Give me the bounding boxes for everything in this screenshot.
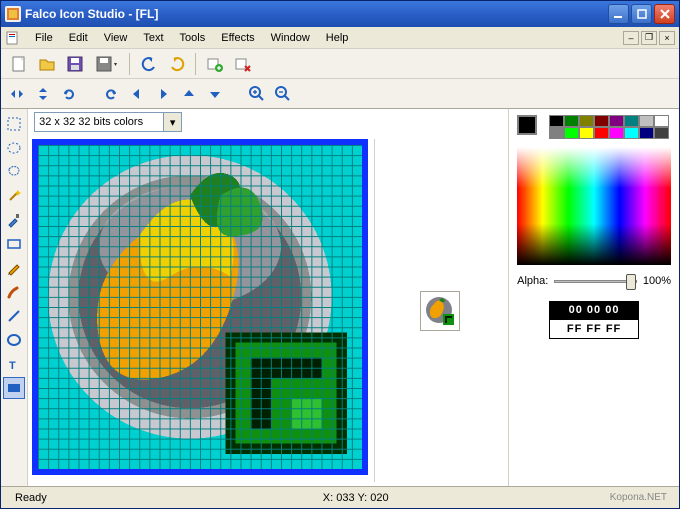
palette-swatch[interactable] — [579, 127, 594, 139]
document-icon — [5, 30, 21, 46]
pixel-canvas[interactable] — [32, 139, 368, 475]
color-panel: Alpha: 100% 00 00 00 FF FF FF — [508, 109, 679, 486]
palette-swatch[interactable] — [624, 127, 639, 139]
status-coords: X: 033 Y: 020 — [315, 492, 397, 504]
rotate-cw-button[interactable] — [101, 83, 121, 105]
menu-edit[interactable]: Edit — [61, 29, 96, 47]
main-toolbar — [1, 49, 679, 79]
preview-panel — [374, 139, 504, 482]
color-gradient-picker[interactable] — [517, 147, 671, 265]
alpha-label: Alpha: — [517, 275, 548, 287]
text-tool[interactable]: T — [3, 353, 25, 375]
palette-swatch[interactable] — [654, 115, 669, 127]
palette-swatch[interactable] — [564, 127, 579, 139]
palette-swatch[interactable] — [579, 115, 594, 127]
palette-swatch[interactable] — [639, 115, 654, 127]
palette-swatch[interactable] — [564, 115, 579, 127]
mdi-close-button[interactable]: × — [659, 31, 675, 45]
menu-file[interactable]: File — [27, 29, 61, 47]
palette-swatch[interactable] — [594, 127, 609, 139]
editor-panel: 32 x 32 32 bits colors ▾ — [28, 109, 508, 486]
palette-swatch[interactable] — [639, 127, 654, 139]
zoom-in-button[interactable] — [247, 83, 267, 105]
icon-preview — [420, 291, 460, 331]
zoom-out-button[interactable] — [273, 83, 293, 105]
lasso-tool[interactable] — [3, 161, 25, 183]
menu-effects[interactable]: Effects — [213, 29, 262, 47]
color-palette — [549, 115, 669, 139]
shift-left-button[interactable] — [127, 83, 147, 105]
palette-swatch[interactable] — [549, 115, 564, 127]
rect-select-tool[interactable] — [3, 113, 25, 135]
open-button[interactable] — [35, 52, 59, 76]
palette-swatch[interactable] — [654, 127, 669, 139]
filled-rect-tool[interactable] — [3, 377, 25, 399]
shift-up-button[interactable] — [179, 83, 199, 105]
redo-button[interactable] — [165, 52, 189, 76]
watermark: Kopona.NET — [610, 492, 673, 503]
palette-swatch[interactable] — [594, 115, 609, 127]
ellipse-select-tool[interactable] — [3, 137, 25, 159]
remove-format-button[interactable] — [231, 52, 255, 76]
shift-down-button[interactable] — [205, 83, 225, 105]
menu-text[interactable]: Text — [135, 29, 171, 47]
shift-right-button[interactable] — [153, 83, 173, 105]
palette-swatch[interactable] — [609, 127, 624, 139]
pencil-tool[interactable] — [3, 257, 25, 279]
line-tool[interactable] — [3, 305, 25, 327]
format-select[interactable]: 32 x 32 32 bits colors — [34, 112, 164, 132]
wand-tool[interactable] — [3, 185, 25, 207]
flip-h-button[interactable] — [7, 83, 27, 105]
tool-palette: T — [1, 109, 28, 486]
save-as-button[interactable] — [91, 52, 123, 76]
alpha-value: 100% — [643, 275, 671, 287]
mdi-minimize-button[interactable]: – — [623, 31, 639, 45]
titlebar: Falco Icon Studio - [FL] — [1, 1, 679, 27]
palette-swatch[interactable] — [609, 115, 624, 127]
save-button[interactable] — [63, 52, 87, 76]
format-dropdown-button[interactable]: ▾ — [164, 112, 182, 132]
new-button[interactable] — [7, 52, 31, 76]
statusbar: Ready X: 033 Y: 020 Kopona.NET — [1, 486, 679, 508]
rectangle-tool[interactable] — [3, 233, 25, 255]
menu-view[interactable]: View — [96, 29, 136, 47]
minimize-button[interactable] — [608, 4, 629, 24]
mdi-restore-button[interactable]: ❐ — [641, 31, 657, 45]
close-button[interactable] — [654, 4, 675, 24]
flip-v-button[interactable] — [33, 83, 53, 105]
foreground-hex[interactable]: 00 00 00 — [549, 301, 639, 319]
menu-window[interactable]: Window — [263, 29, 318, 47]
menu-help[interactable]: Help — [318, 29, 357, 47]
alpha-slider[interactable] — [554, 280, 637, 283]
ellipse-tool[interactable] — [3, 329, 25, 351]
svg-text:T: T — [9, 360, 16, 372]
current-color-swatch[interactable] — [517, 115, 537, 135]
menubar: File Edit View Text Tools Effects Window… — [1, 27, 679, 49]
application-window: Falco Icon Studio - [FL] File Edit View … — [0, 0, 680, 509]
brush-tool[interactable] — [3, 281, 25, 303]
maximize-button[interactable] — [631, 4, 652, 24]
background-hex[interactable]: FF FF FF — [549, 319, 639, 339]
undo-button[interactable] — [137, 52, 161, 76]
palette-swatch[interactable] — [624, 115, 639, 127]
app-icon — [5, 6, 21, 22]
transform-toolbar — [1, 79, 679, 109]
palette-swatch[interactable] — [549, 127, 564, 139]
status-ready: Ready — [7, 492, 55, 504]
alpha-slider-thumb[interactable] — [626, 274, 636, 290]
eyedropper-tool[interactable] — [3, 209, 25, 231]
work-area: T 32 x 32 32 bits colors ▾ — [1, 109, 679, 486]
rotate-ccw-button[interactable] — [59, 83, 79, 105]
window-title: Falco Icon Studio - [FL] — [25, 7, 608, 21]
menu-tools[interactable]: Tools — [172, 29, 214, 47]
add-format-button[interactable] — [203, 52, 227, 76]
